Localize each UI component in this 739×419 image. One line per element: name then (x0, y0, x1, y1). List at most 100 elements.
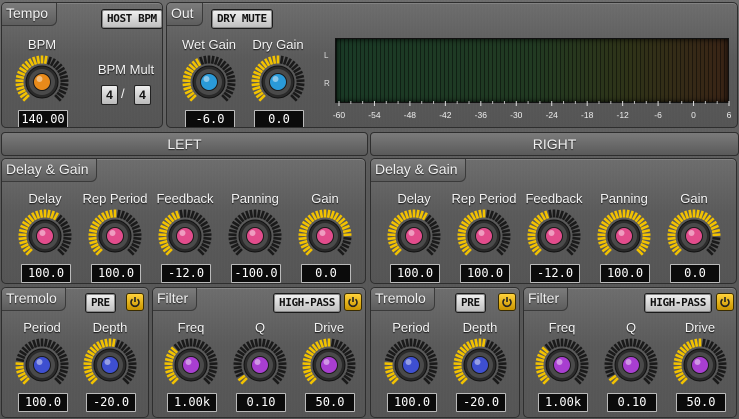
level-meter (335, 38, 729, 103)
knob-tick (571, 239, 580, 245)
knob-dial[interactable] (456, 208, 512, 264)
left-tremolo-power-button[interactable] (126, 293, 144, 311)
knob-dial[interactable] (227, 208, 283, 264)
knob-dial[interactable] (596, 208, 652, 264)
knob-tick (111, 338, 116, 347)
knob-value[interactable]: 0.10 (607, 393, 657, 412)
knob-tick (388, 239, 397, 245)
dry-mute-button[interactable]: DRY MUTE (211, 9, 273, 29)
knob-value[interactable]: -6.0 (185, 110, 235, 127)
knob-value[interactable]: 100.0 (18, 393, 68, 412)
knob-dial[interactable] (297, 208, 353, 264)
meter-scale-label: -30 (510, 110, 523, 120)
right-delay-gain-panel: Delay & Gain Delay 100.0 Rep Period 100.0 … (370, 158, 737, 284)
knob-cap (101, 356, 119, 374)
knob-value[interactable]: 0.0 (670, 264, 720, 283)
knob-value[interactable]: 1.00k (167, 393, 217, 412)
right-tremolo-title: Tremolo (371, 288, 435, 311)
knob-dial[interactable] (386, 208, 442, 264)
knob-tick (315, 210, 321, 219)
knob-value[interactable]: 50.0 (305, 393, 355, 412)
knob-tick (497, 368, 506, 374)
right-filter-mode-button[interactable]: HIGH-PASS (644, 293, 713, 313)
knob-highlight (556, 359, 563, 365)
knob-dial[interactable] (232, 337, 288, 393)
left-tremolo-pre-button[interactable]: PRE (85, 293, 116, 313)
knob-dial[interactable] (452, 337, 508, 393)
knob-cap (246, 227, 264, 245)
knob-tick (675, 353, 684, 360)
knob-value[interactable]: -20.0 (86, 393, 136, 412)
knob-highlight (323, 359, 330, 365)
knob-value[interactable]: 100.0 (600, 264, 650, 283)
knob-dial[interactable] (666, 208, 722, 264)
knob-value[interactable]: 140.00 (18, 110, 68, 127)
knob-dial[interactable] (603, 337, 659, 393)
knob-dial[interactable] (82, 337, 138, 393)
knob-tick (669, 242, 678, 249)
meter-scale-label: -54 (368, 110, 381, 120)
knob-label: Feedback (156, 191, 214, 206)
left-filter-power-button[interactable] (344, 293, 362, 311)
knob-tick (252, 85, 261, 91)
knob-dial[interactable] (181, 54, 237, 110)
knob-value[interactable]: -100.0 (231, 264, 281, 283)
knob-highlight (36, 76, 43, 82)
right-tremolo-pre-button[interactable]: PRE (455, 293, 486, 313)
tempo-title: Tempo (2, 3, 58, 26)
right-filter-power-button[interactable] (716, 293, 734, 311)
knob-value[interactable]: 100.0 (387, 393, 437, 412)
knob-value[interactable]: -12.0 (530, 264, 580, 283)
knob-label: Drive (684, 320, 716, 335)
knob-dial[interactable] (526, 208, 582, 264)
knob-value[interactable]: 1.00k (538, 393, 588, 412)
left-filter-mode-button[interactable]: HIGH-PASS (273, 293, 342, 313)
knob-dial[interactable] (672, 337, 728, 393)
knob-cap (545, 227, 563, 245)
knob-tick (119, 210, 125, 219)
knob-highlight (474, 359, 481, 365)
bpm-mult-denominator[interactable]: 4 (134, 85, 151, 105)
knob-tick (20, 224, 29, 231)
right-tremolo-power-button[interactable] (498, 293, 516, 311)
host-bpm-button[interactable]: HOST BPM (101, 9, 162, 29)
knob-dial[interactable] (14, 337, 70, 393)
knob-dial[interactable] (17, 208, 73, 264)
knob-value[interactable]: 0.0 (301, 264, 351, 283)
knob-dial[interactable] (14, 54, 70, 110)
knob-dial[interactable] (163, 337, 219, 393)
knob-value[interactable]: 100.0 (91, 264, 141, 283)
knob-value[interactable]: -12.0 (161, 264, 211, 283)
knob-value[interactable]: -20.0 (456, 393, 506, 412)
knob-value[interactable]: 100.0 (21, 264, 71, 283)
knob-tick (455, 371, 464, 378)
knob-tick (272, 228, 282, 234)
knob-tick (261, 338, 266, 347)
knob-value[interactable]: 50.0 (676, 393, 726, 412)
knob-tick (717, 368, 726, 374)
bpm-mult-numerator[interactable]: 4 (101, 85, 118, 105)
knob-highlight (688, 230, 695, 236)
knob-dial[interactable] (301, 337, 357, 393)
knob-value[interactable]: 100.0 (460, 264, 510, 283)
knob-value[interactable]: 0.10 (236, 393, 286, 412)
knob-value[interactable]: 0.0 (254, 110, 304, 127)
knob-dial[interactable] (87, 208, 143, 264)
knob-highlight (249, 230, 256, 236)
knob-tick (501, 239, 510, 245)
knob-tick (431, 228, 441, 234)
knob-label: Dry Gain (252, 37, 304, 52)
knob-tick (245, 210, 251, 219)
knob-tick (225, 70, 234, 77)
knob-tick (649, 365, 658, 370)
meter-scale-label: -12 (616, 110, 629, 120)
knob-dial[interactable] (157, 208, 213, 264)
knob-value[interactable]: 100.0 (390, 264, 440, 283)
knob-tick (59, 85, 68, 91)
knob-dial[interactable] (383, 337, 439, 393)
knob-tick (430, 224, 439, 231)
knob-dial[interactable] (250, 54, 306, 110)
knob-dial[interactable] (534, 337, 590, 393)
knob-tick (698, 210, 704, 219)
knob-tick (387, 228, 397, 234)
